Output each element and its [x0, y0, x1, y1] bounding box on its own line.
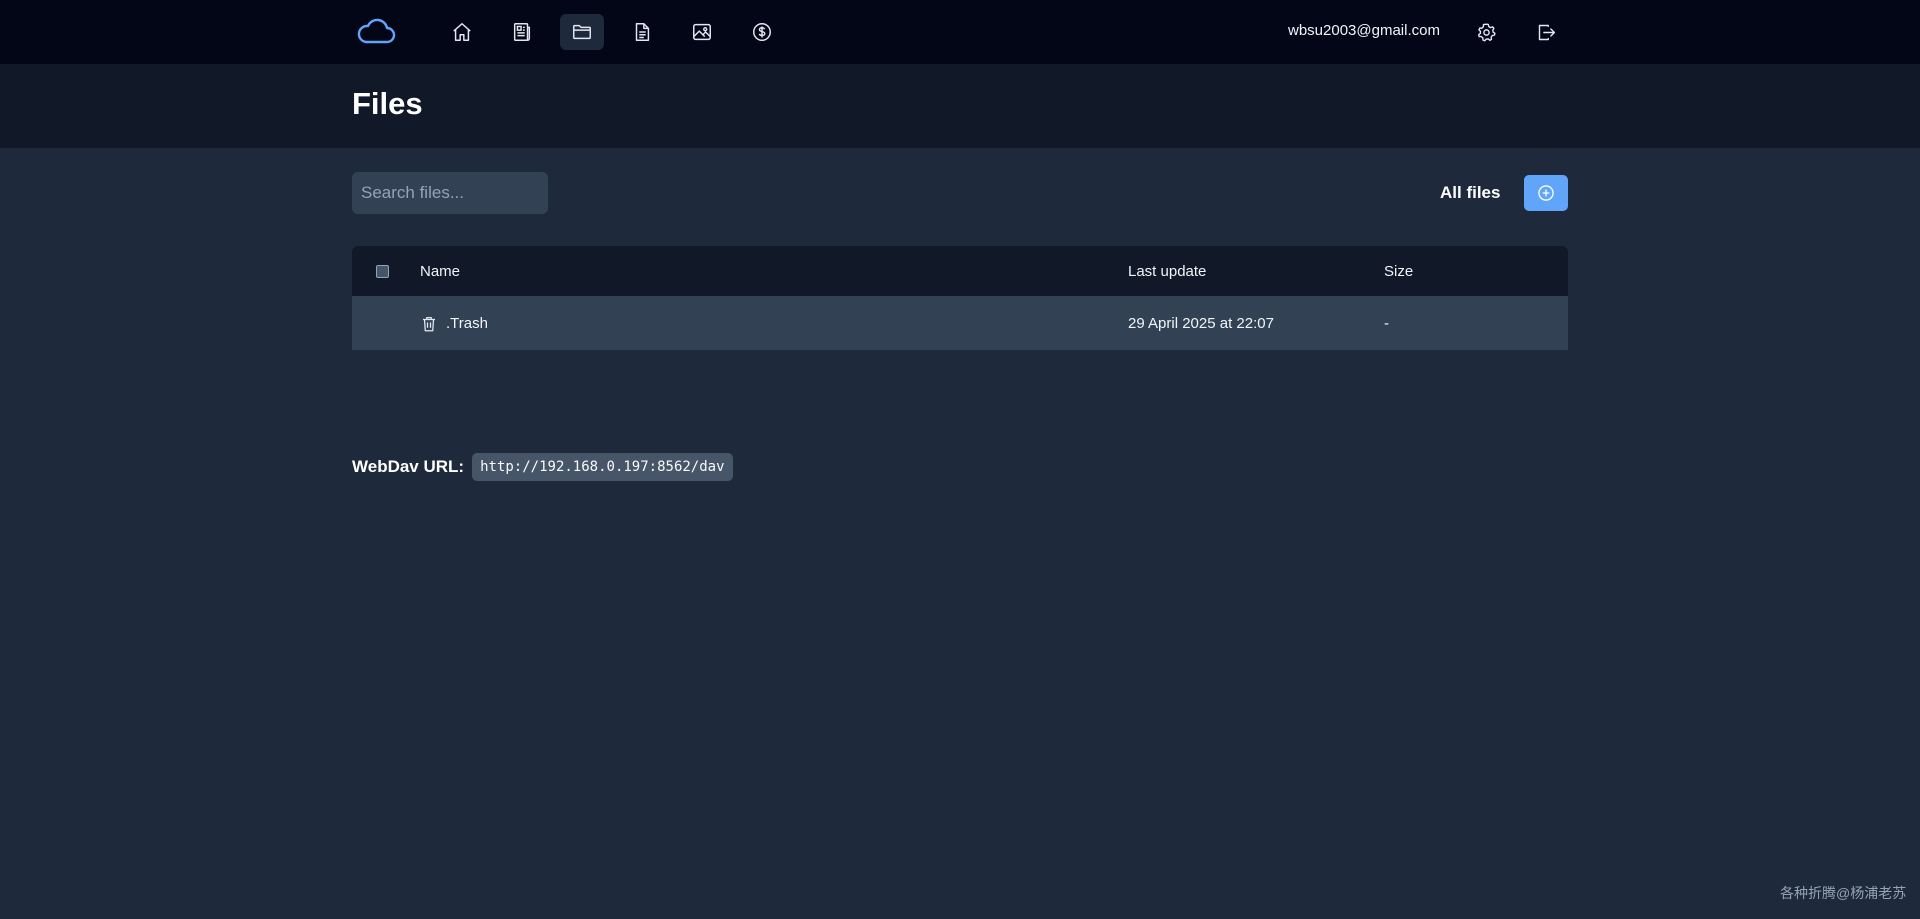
- add-file-button[interactable]: [1524, 175, 1568, 211]
- column-header-name[interactable]: Name: [420, 263, 460, 280]
- webdav-info: WebDav URL: http://192.168.0.197:8562/da…: [352, 451, 733, 483]
- webdav-label: WebDav URL:: [352, 457, 465, 476]
- dollar-icon: [753, 23, 771, 41]
- folder-icon: [573, 24, 591, 40]
- search-input[interactable]: [352, 172, 548, 214]
- row-name[interactable]: .Trash: [446, 315, 488, 332]
- row-last-update: 29 April 2025 at 22:07: [1128, 315, 1274, 332]
- watermark-text: 各种折腾@杨浦老苏: [1780, 885, 1907, 901]
- nav-news-button[interactable]: [500, 14, 544, 50]
- nav-home-button[interactable]: [440, 14, 484, 50]
- table-header: Name Last update Size: [352, 246, 1568, 298]
- nav-finance-button[interactable]: [740, 14, 784, 50]
- row-size: -: [1384, 315, 1389, 332]
- column-header-last-update[interactable]: Last update: [1128, 263, 1206, 280]
- page-header: Files: [0, 64, 1920, 148]
- image-icon: [693, 23, 711, 41]
- nav-files-button[interactable]: [560, 14, 604, 50]
- document-icon: [635, 23, 650, 41]
- plus-circle-icon: [1538, 185, 1554, 201]
- trash-icon: [423, 316, 435, 332]
- logout-button[interactable]: [1532, 18, 1560, 46]
- nav-photos-button[interactable]: [680, 14, 724, 50]
- files-table: Name Last update Size .Trash 29 April 20…: [352, 246, 1568, 350]
- nav-documents-button[interactable]: [620, 14, 664, 50]
- all-files-filter[interactable]: All files: [1440, 183, 1500, 203]
- page-title: Files: [352, 86, 423, 121]
- home-icon: [453, 23, 471, 41]
- top-navbar: wbsu2003@gmail.com: [0, 0, 1920, 64]
- settings-button[interactable]: [1472, 18, 1500, 46]
- newspaper-icon: [513, 23, 531, 41]
- user-email[interactable]: wbsu2003@gmail.com: [1288, 22, 1440, 39]
- webdav-url[interactable]: http://192.168.0.197:8562/dav: [472, 453, 733, 481]
- column-header-size[interactable]: Size: [1384, 263, 1413, 280]
- table-row[interactable]: .Trash 29 April 2025 at 22:07 -: [352, 298, 1568, 350]
- gear-icon: [1477, 22, 1496, 41]
- cloud-logo-icon[interactable]: [356, 18, 396, 46]
- logout-icon: [1538, 24, 1555, 40]
- select-all-checkbox[interactable]: [376, 265, 389, 278]
